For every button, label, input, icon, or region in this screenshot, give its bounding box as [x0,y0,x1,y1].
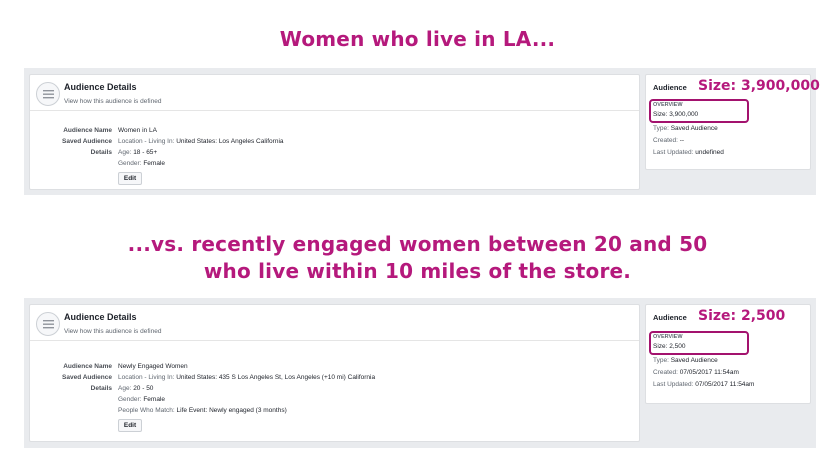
created-line: Created: 07/05/2017 11:54am [653,369,739,376]
audience-panel-2: Audience Details View how this audience … [24,298,816,448]
size-line: Size: 2,500 [653,343,686,350]
size-line: Size: 3,900,000 [653,111,699,118]
headline-line-2: who live within 10 miles of the store. [203,259,632,283]
edit-button[interactable]: Edit [118,172,142,185]
saved-audience-label: Saved Audience [62,374,112,381]
type-line: Type: Saved Audience [653,125,718,132]
details-label: Details [90,385,112,392]
headline-comparison: ...vs. recently engaged women between 20… [0,231,835,285]
location-prefix: Location - Living In: [118,374,175,381]
gender-prefix: Gender: [118,160,142,167]
last-updated-line: Last Updated: undefined [653,149,724,156]
type-line: Type: Saved Audience [653,357,718,364]
headline-line-1: ...vs. recently engaged women between 20… [127,232,708,256]
details-label: Details [90,149,112,156]
people-who-match-prefix: People Who Match: [118,407,175,414]
overview-title: OVERVIEW [653,102,683,108]
audience-name-label: Audience Name [63,363,112,370]
card-subtitle: View how this audience is defined [64,328,162,335]
age-prefix: Age: [118,385,132,392]
audience-details-card: Audience Details View how this audience … [29,74,640,190]
location-prefix: Location - Living In: [118,138,175,145]
created-line: Created: -- [653,137,685,144]
audience-label: Audience [653,83,687,92]
card-header: Audience Details View how this audience … [30,75,639,111]
audience-name-value: Newly Engaged Women [118,363,188,370]
card-title: Audience Details [64,312,137,322]
audience-name-value: Women in LA [118,127,157,134]
saved-audience-label: Saved Audience [62,138,112,145]
audience-name-label: Audience Name [63,127,112,134]
edit-button[interactable]: Edit [118,419,142,432]
audience-details-card: Audience Details View how this audience … [29,304,640,442]
audience-panel-1: Audience Details View how this audience … [24,68,820,195]
age-value: 18 - 65+ [133,149,158,156]
headline-women-in-la: Women who live in LA... [279,27,556,51]
size-highlight: Size: 3,900,000 [698,78,820,94]
audience-label: Audience [653,313,687,322]
card-subtitle: View how this audience is defined [64,98,162,105]
location-value: United States: Los Angeles California [176,138,284,145]
people-who-match-value: Life Event: Newly engaged (3 months) [176,407,287,414]
list-icon [36,82,60,106]
gender-prefix: Gender: [118,396,142,403]
last-updated-line: Last Updated: 07/05/2017 11:54am [653,381,755,388]
audience-overview-card: Audience Size: 2,500 OVERVIEW Size: 2,50… [645,304,811,404]
card-header: Audience Details View how this audience … [30,305,639,341]
age-value: 20 - 50 [133,385,154,392]
gender-value: Female [143,396,165,403]
overview-title: OVERVIEW [653,334,683,340]
age-prefix: Age: [118,149,132,156]
audience-overview-card: Audience Size: 3,900,000 OVERVIEW Size: … [645,74,820,170]
location-value: United States: 435 S Los Angeles St, Los… [176,374,376,381]
gender-value: Female [143,160,165,167]
size-highlight: Size: 2,500 [698,308,786,324]
list-icon [36,312,60,336]
card-title: Audience Details [64,82,137,92]
